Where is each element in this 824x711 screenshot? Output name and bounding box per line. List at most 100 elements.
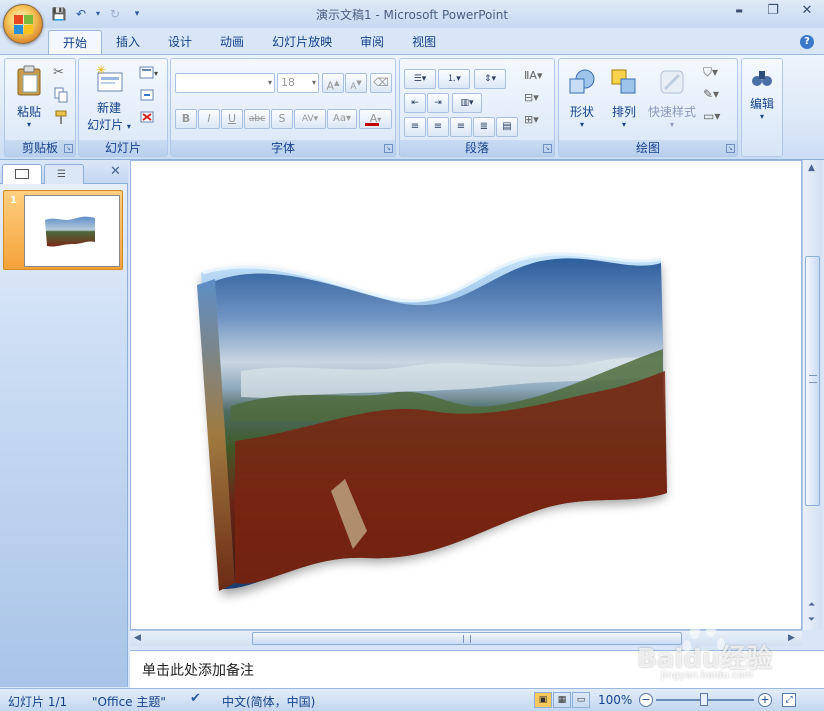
slide-thumbnail-selected[interactable]: 1 xyxy=(3,190,123,270)
restore-button[interactable]: ❐ xyxy=(756,0,790,22)
change-case-button[interactable]: Aa▾ xyxy=(327,109,357,129)
zoom-slider[interactable] xyxy=(656,693,754,706)
font-name-combo[interactable]: ▾ xyxy=(175,73,275,93)
close-button[interactable]: ✕ xyxy=(790,0,824,22)
editing-button[interactable]: 编辑 ▾ xyxy=(744,67,780,121)
language-indicator[interactable]: 中文(简体，中国) xyxy=(222,693,315,710)
wave-picture[interactable] xyxy=(131,161,803,631)
align-right-button[interactable]: ≡ xyxy=(450,117,472,137)
new-slide-label-1: 新建 xyxy=(96,101,121,115)
zoom-in-icon[interactable]: + xyxy=(758,693,772,707)
slide-canvas[interactable] xyxy=(130,160,802,630)
quick-styles-label: 快速样式 xyxy=(647,105,696,119)
shape-fill-icon[interactable]: ⛉▾ xyxy=(703,65,719,81)
slides-tab[interactable] xyxy=(2,164,42,184)
editing-group: 编辑 ▾ xyxy=(741,58,783,157)
fit-to-window-icon[interactable]: ⤢ xyxy=(782,693,796,707)
italic-button[interactable]: I xyxy=(198,109,220,129)
scroll-left-icon[interactable]: ◀ xyxy=(134,633,141,643)
line-spacing-button[interactable]: ⇕▾ xyxy=(474,69,506,89)
new-slide-icon: ✳ xyxy=(96,63,123,92)
quick-styles-icon xyxy=(660,70,684,94)
scroll-up-icon[interactable]: ▲ xyxy=(808,163,815,173)
spell-check-icon[interactable]: ✔ xyxy=(190,691,201,706)
bold-button[interactable]: B xyxy=(175,109,197,129)
columns-button[interactable]: ▥▾ xyxy=(452,93,482,113)
next-slide-icon[interactable]: ⏷ xyxy=(808,615,815,625)
distributed-button[interactable]: ▤ xyxy=(496,117,518,137)
close-panel-icon[interactable]: ✕ xyxy=(110,164,121,179)
office-logo-icon xyxy=(14,15,34,35)
horizontal-scroll-thumb[interactable] xyxy=(252,632,682,645)
increase-indent-button[interactable]: ⇥ xyxy=(427,93,449,113)
justify-button[interactable]: ≣ xyxy=(473,117,495,137)
underline-button[interactable]: U xyxy=(221,109,243,129)
vertical-scrollbar[interactable]: ▲ ⏶ ⏷ xyxy=(802,160,822,630)
help-icon[interactable]: ? xyxy=(800,35,814,49)
copy-icon[interactable] xyxy=(53,87,69,103)
tab-insert[interactable]: 插入 xyxy=(102,30,154,54)
tab-design[interactable]: 设计 xyxy=(154,30,206,54)
character-spacing-button[interactable]: AV▾ xyxy=(294,109,326,129)
quick-styles-button[interactable]: 快速样式 ▾ xyxy=(645,67,699,129)
shadow-button[interactable]: S xyxy=(271,109,293,129)
slide-sorter-button[interactable]: ▦ xyxy=(553,692,571,708)
svg-text:▾: ▾ xyxy=(154,69,158,78)
strikethrough-button[interactable]: abc xyxy=(244,109,270,129)
reset-slide-icon[interactable] xyxy=(139,87,155,103)
slides-group: ✳ 新建 幻灯片 ▾ ▾ 幻灯片 xyxy=(78,58,168,157)
clear-formatting-button[interactable]: ⌫ xyxy=(370,73,392,93)
text-direction-icon[interactable]: ⅡA▾ xyxy=(524,69,542,85)
zoom-level[interactable]: 100% xyxy=(598,693,632,707)
minimize-button[interactable]: ▬ xyxy=(722,0,756,22)
arrange-label: 排列 xyxy=(611,105,636,119)
align-left-button[interactable]: ≡ xyxy=(404,117,426,137)
shape-effects-icon[interactable]: ▭▾ xyxy=(703,109,720,125)
grip-icon xyxy=(463,635,471,643)
paragraph-launcher-icon[interactable]: ↘ xyxy=(543,144,552,153)
align-text-icon[interactable]: ⊟▾ xyxy=(524,91,540,107)
font-size-value: 18 xyxy=(281,76,295,89)
shape-outline-icon[interactable]: ✎▾ xyxy=(703,87,719,103)
chevron-down-icon: ▾ xyxy=(267,78,272,87)
decrease-indent-button[interactable]: ⇤ xyxy=(404,93,426,113)
shapes-button[interactable]: 形状 ▾ xyxy=(563,67,601,129)
outline-tab[interactable]: ☰ xyxy=(44,164,84,184)
tab-home[interactable]: 开始 xyxy=(48,30,103,54)
office-button[interactable] xyxy=(3,4,43,44)
notes-placeholder[interactable]: 单击此处添加备注 xyxy=(142,660,254,680)
ribbon-tabs: 开始 插入 设计 动画 幻灯片放映 审阅 视图 xyxy=(48,30,450,54)
shrink-font-button[interactable]: A▼ xyxy=(345,73,367,93)
clipboard-launcher-icon[interactable]: ↘ xyxy=(64,144,73,153)
status-bar: 幻灯片 1/1 "Office 主题" ✔ 中文(简体，中国) ▣ ▦ ▭ 10… xyxy=(0,688,824,711)
format-painter-icon[interactable] xyxy=(53,109,69,125)
vertical-scroll-thumb[interactable] xyxy=(805,256,820,506)
align-center-button[interactable]: ≡ xyxy=(427,117,449,137)
arrange-icon xyxy=(611,69,636,94)
tab-animations[interactable]: 动画 xyxy=(206,30,258,54)
font-color-button[interactable]: A▾ xyxy=(359,109,392,129)
new-slide-button[interactable]: ✳ 新建 幻灯片 ▾ xyxy=(83,63,135,133)
font-launcher-icon[interactable]: ↘ xyxy=(384,144,393,153)
slideshow-view-button[interactable]: ▭ xyxy=(572,692,590,708)
cut-icon[interactable]: ✂ xyxy=(53,65,69,81)
drawing-launcher-icon[interactable]: ↘ xyxy=(726,144,735,153)
font-size-combo[interactable]: 18 ▾ xyxy=(277,73,319,93)
zoom-slider-thumb[interactable] xyxy=(700,693,708,706)
slide-thumbnail[interactable] xyxy=(24,195,120,267)
grow-font-button[interactable]: A▲ xyxy=(322,73,344,93)
scroll-right-icon[interactable]: ▶ xyxy=(788,633,795,643)
normal-view-button[interactable]: ▣ xyxy=(534,692,552,708)
layout-icon[interactable]: ▾ xyxy=(139,65,158,81)
tab-slideshow[interactable]: 幻灯片放映 xyxy=(258,30,346,54)
zoom-out-icon[interactable]: − xyxy=(639,693,653,707)
numbering-button[interactable]: ⒈▾ xyxy=(438,69,470,89)
arrange-button[interactable]: 排列 ▾ xyxy=(605,67,643,129)
tab-review[interactable]: 审阅 xyxy=(346,30,398,54)
delete-slide-icon[interactable] xyxy=(139,109,155,125)
tab-view[interactable]: 视图 xyxy=(398,30,450,54)
previous-slide-icon[interactable]: ⏶ xyxy=(808,600,815,610)
paste-button[interactable]: 粘贴 ▾ xyxy=(11,65,47,129)
bullets-button[interactable]: ☰▾ xyxy=(404,69,436,89)
smartart-icon[interactable]: ⊞▾ xyxy=(524,113,540,129)
